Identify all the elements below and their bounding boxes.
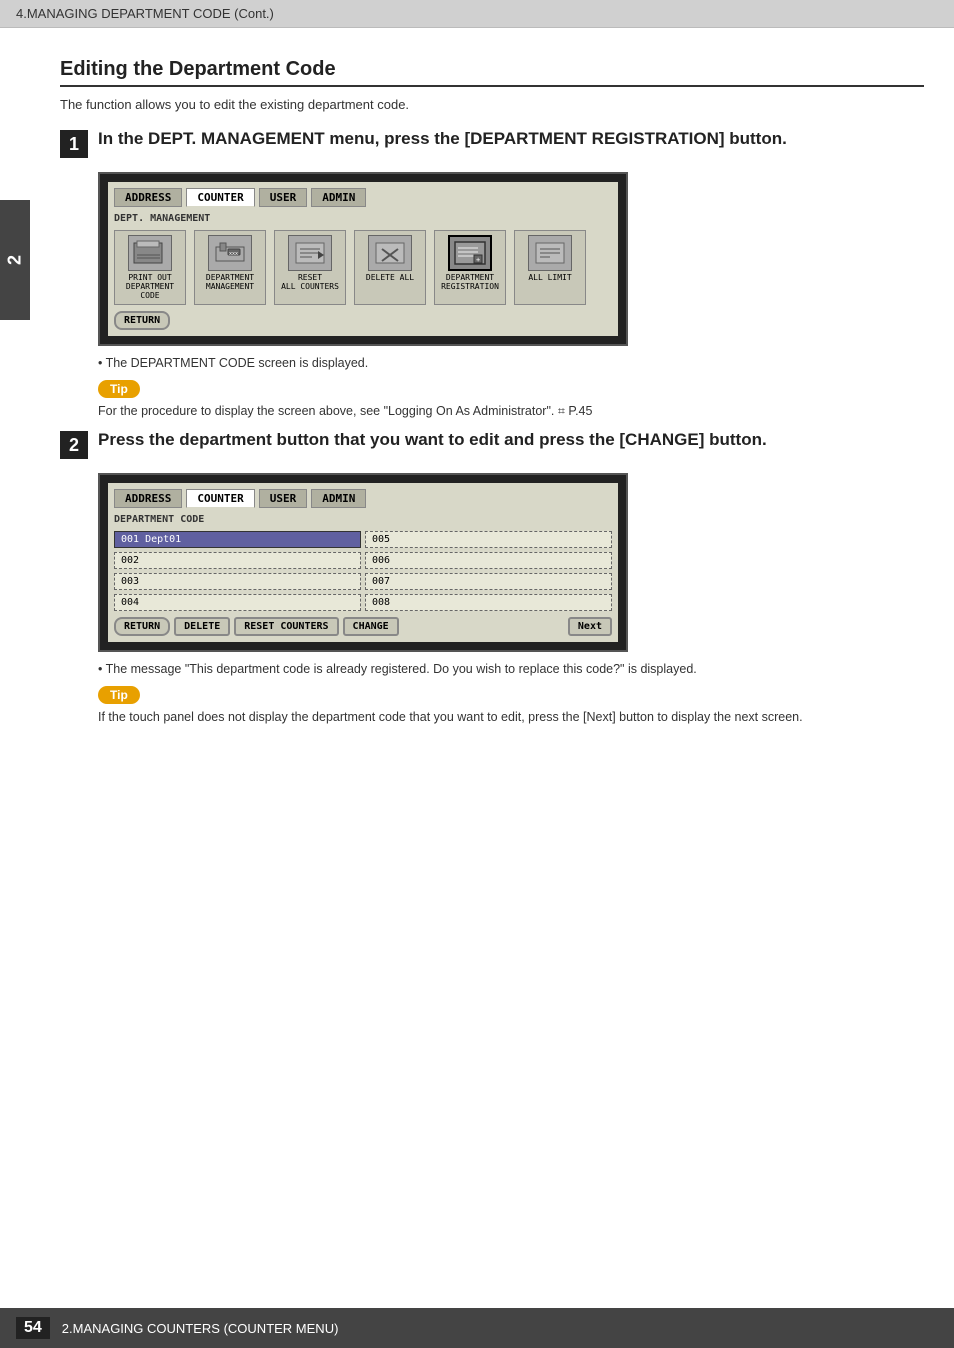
step1-bullet: The DEPARTMENT CODE screen is displayed. bbox=[98, 356, 924, 370]
screen2-delete-btn[interactable]: DELETE bbox=[174, 617, 230, 636]
dept-row-001[interactable]: 001 Dept01 bbox=[114, 531, 361, 548]
svg-text:xxx: xxx bbox=[229, 251, 238, 257]
screen2: ADDRESS COUNTER USER ADMIN DEPARTMENT CO… bbox=[98, 473, 628, 652]
icon-all-limit-img bbox=[528, 235, 572, 271]
page-header: 4.MANAGING DEPARTMENT CODE (Cont.) bbox=[0, 0, 954, 28]
screen2-label: DEPARTMENT CODE bbox=[114, 514, 612, 525]
screen2-tab-address[interactable]: ADDRESS bbox=[114, 489, 182, 508]
screen2-dept-grid: 001 Dept01 005 002 006 003 007 004 008 bbox=[114, 531, 612, 611]
dept-row-006[interactable]: 006 bbox=[365, 552, 612, 569]
tip1-label: Tip bbox=[98, 380, 140, 398]
screen2-footer-btns: RETURN DELETE RESET COUNTERS CHANGE Next bbox=[114, 617, 612, 636]
page-number: 54 bbox=[16, 1317, 50, 1339]
screen1-label: DEPT. MANAGEMENT bbox=[114, 213, 612, 224]
screen2-inner: ADDRESS COUNTER USER ADMIN DEPARTMENT CO… bbox=[108, 483, 618, 642]
screen2-tab-user[interactable]: USER bbox=[259, 489, 308, 508]
screen1-tabs: ADDRESS COUNTER USER ADMIN bbox=[114, 188, 612, 207]
header-text: 4.MANAGING DEPARTMENT CODE (Cont.) bbox=[16, 6, 274, 21]
screen1: ADDRESS COUNTER USER ADMIN DEPT. MANAGEM… bbox=[98, 172, 628, 346]
tip2-text: If the touch panel does not display the … bbox=[98, 710, 924, 724]
dept-row-004[interactable]: 004 bbox=[114, 594, 361, 611]
screen2-change-btn[interactable]: CHANGE bbox=[343, 617, 399, 636]
step2-text: Press the department button that you wan… bbox=[98, 429, 767, 451]
screen2-next-btn[interactable]: Next bbox=[568, 617, 612, 636]
step2-tip: Tip If the touch panel does not display … bbox=[98, 686, 924, 724]
step1-tip: Tip For the procedure to display the scr… bbox=[98, 380, 924, 419]
screen1-tab-address[interactable]: ADDRESS bbox=[114, 188, 182, 207]
chapter-number: 2 bbox=[5, 255, 26, 265]
icon-all-limit[interactable]: ALL LIMIT bbox=[514, 230, 586, 305]
icon-reset-counters[interactable]: RESETALL COUNTERS bbox=[274, 230, 346, 305]
screen1-return-btn[interactable]: RETURN bbox=[114, 311, 170, 330]
step2-number: 2 bbox=[60, 431, 88, 459]
icon-reset-img bbox=[288, 235, 332, 271]
screen1-icons: PRINT OUTDEPARTMENT CODE xxx DEPARTMENTM… bbox=[114, 230, 612, 305]
step1-text: In the DEPT. MANAGEMENT menu, press the … bbox=[98, 128, 787, 150]
dept-row-007[interactable]: 007 bbox=[365, 573, 612, 590]
dept-row-003[interactable]: 003 bbox=[114, 573, 361, 590]
screen2-tab-counter[interactable]: COUNTER bbox=[186, 489, 254, 508]
screen2-tab-admin[interactable]: ADMIN bbox=[311, 489, 366, 508]
section-title: Editing the Department Code bbox=[60, 58, 924, 81]
icon-print-img bbox=[128, 235, 172, 271]
chapter-tab: 2 bbox=[0, 200, 30, 320]
icon-dept-registration[interactable]: + DEPARTMENTREGISTRATION bbox=[434, 230, 506, 305]
screen1-tab-counter[interactable]: COUNTER bbox=[186, 188, 254, 207]
section-divider bbox=[60, 85, 924, 87]
icon-dept-mgmt-img: xxx bbox=[208, 235, 252, 271]
icon-print-dept-code[interactable]: PRINT OUTDEPARTMENT CODE bbox=[114, 230, 186, 305]
icon-dept-reg-img: + bbox=[448, 235, 492, 271]
main-content: Editing the Department Code The function… bbox=[30, 28, 954, 794]
intro-text: The function allows you to edit the exis… bbox=[60, 97, 924, 112]
step1-container: 1 In the DEPT. MANAGEMENT menu, press th… bbox=[60, 128, 924, 158]
footer-text: 2.MANAGING COUNTERS (COUNTER MENU) bbox=[62, 1321, 339, 1336]
dept-row-008[interactable]: 008 bbox=[365, 594, 612, 611]
screen2-reset-counters-btn[interactable]: RESET COUNTERS bbox=[234, 617, 338, 636]
step1-number: 1 bbox=[60, 130, 88, 158]
step2-container: 2 Press the department button that you w… bbox=[60, 429, 924, 459]
dept-row-002[interactable]: 002 bbox=[114, 552, 361, 569]
svg-text:+: + bbox=[476, 256, 480, 264]
tip2-label: Tip bbox=[98, 686, 140, 704]
screen1-tab-user[interactable]: USER bbox=[259, 188, 308, 207]
icon-delete-all[interactable]: DELETE ALL bbox=[354, 230, 426, 305]
tip1-text: For the procedure to display the screen … bbox=[98, 404, 924, 419]
icon-dept-management[interactable]: xxx DEPARTMENTMANAGEMENT bbox=[194, 230, 266, 305]
screen1-inner: ADDRESS COUNTER USER ADMIN DEPT. MANAGEM… bbox=[108, 182, 618, 336]
page-footer: 54 2.MANAGING COUNTERS (COUNTER MENU) bbox=[0, 1308, 954, 1348]
screen2-tabs: ADDRESS COUNTER USER ADMIN bbox=[114, 489, 612, 508]
screen2-return-btn[interactable]: RETURN bbox=[114, 617, 170, 636]
screen2-left-btns: RETURN DELETE RESET COUNTERS CHANGE bbox=[114, 617, 399, 636]
icon-delete-img bbox=[368, 235, 412, 271]
dept-row-005[interactable]: 005 bbox=[365, 531, 612, 548]
screen1-tab-admin[interactable]: ADMIN bbox=[311, 188, 366, 207]
step2-bullet: The message "This department code is alr… bbox=[98, 662, 924, 676]
